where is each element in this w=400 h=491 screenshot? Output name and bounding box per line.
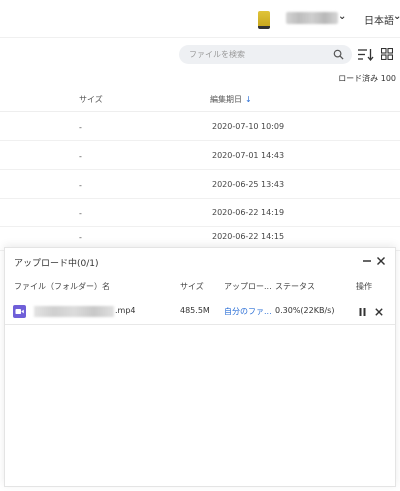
upload-file-size: 485.5M [180,306,210,315]
column-header-size[interactable]: サイズ [79,94,103,105]
upload-table-header: ファイル（フォルダー）名 サイズ アップロー... ステータス 操作 [5,276,395,298]
table-row[interactable]: - 2020-06-25 13:43 [0,170,400,199]
grid-view-icon[interactable] [381,48,393,60]
row-modified: 2020-07-10 10:09 [212,122,285,131]
upload-column-destination: アップロー... [224,282,272,291]
row-modified: 2020-07-01 14:43 [212,151,285,160]
row-modified: 2020-06-25 13:43 [212,180,285,189]
upload-panel: アップロード中(0/1) ファイル（フォルダー）名 サイズ アップロー... ス… [4,247,396,487]
upload-column-name: ファイル（フォルダー）名 [14,282,110,291]
filename-redacted [34,306,114,317]
language-chevron-down-icon[interactable]: ⌄ [393,11,400,22]
cancel-icon[interactable] [375,308,383,316]
row-size: - [79,209,82,218]
row-size: - [79,181,82,190]
upload-column-size: サイズ [180,282,204,291]
column-header-modified[interactable]: 編集期日 ↓ [210,94,252,105]
video-camera-icon [15,309,24,314]
upload-destination-link[interactable]: 自分のファ... [224,306,272,317]
table-row[interactable]: - 2020-07-10 10:09 [0,112,400,141]
file-extension: .mp4 [115,306,136,315]
upload-column-action: 操作 [356,282,372,291]
user-menu-chevron-down-icon[interactable]: ⌄ [338,11,346,22]
close-icon[interactable] [376,256,386,266]
upload-panel-title: アップロード中(0/1) [14,259,99,269]
table-row[interactable]: - 2020-07-01 14:43 [0,141,400,170]
upload-row: .mp4 485.5M 自分のファ... 0.30%(22KB/s) [5,299,395,325]
upload-column-status: ステータス [275,282,315,291]
video-file-icon [13,305,26,318]
column-header-modified-label: 編集期日 [210,95,242,104]
row-modified: 2020-06-22 14:15 [212,232,285,241]
search-input[interactable] [189,48,329,61]
row-size: - [79,152,82,161]
top-bar: ⌄ 日本語 ⌄ [0,0,400,38]
row-size: - [79,123,82,132]
language-selector[interactable]: 日本語 [364,12,394,27]
row-size: - [79,233,82,242]
search-icon[interactable] [333,49,344,60]
avatar[interactable] [258,11,270,29]
pause-icon[interactable] [359,308,366,316]
loaded-count: ロード済み 100 [338,74,396,83]
sort-icon[interactable] [358,48,374,61]
sort-descending-icon: ↓ [245,95,252,104]
minimize-icon[interactable] [362,256,372,266]
file-table-header: サイズ 編集期日 ↓ [0,84,400,112]
upload-status: 0.30%(22KB/s) [275,306,335,315]
search-box[interactable] [179,45,352,64]
username-redacted[interactable] [286,12,338,24]
file-extension-text: mp4 [117,306,136,315]
row-modified: 2020-06-22 14:19 [212,208,285,217]
